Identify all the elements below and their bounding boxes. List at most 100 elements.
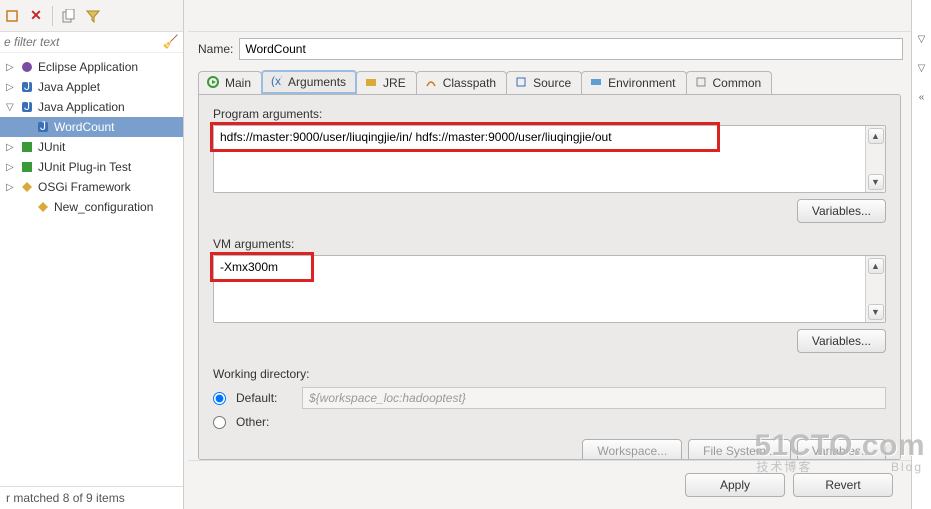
expand-arrow-icon[interactable]: ▷ <box>6 142 16 153</box>
expand-arrow-icon[interactable]: ▷ <box>6 182 16 193</box>
tree-item-label: Java Applet <box>38 80 100 94</box>
arguments-form: Program arguments: hdfs://master:9000/us… <box>198 94 901 460</box>
delete-icon[interactable]: ✕ <box>28 8 44 24</box>
expand-arrow-icon[interactable]: ▷ <box>6 62 16 73</box>
tree-item-new-configuration[interactable]: New_configuration <box>0 197 183 217</box>
expand-arrow-icon[interactable]: ▷ <box>6 82 16 93</box>
dialog-button-bar: Apply Revert <box>188 460 911 509</box>
java-icon: J <box>36 120 50 134</box>
name-label: Name: <box>198 42 233 56</box>
junit-icon <box>20 160 34 174</box>
tab-environment[interactable]: Environment <box>581 71 686 94</box>
tree-item-label: JUnit Plug-in Test <box>38 160 131 174</box>
scroll-down-icon[interactable]: ▼ <box>868 174 884 190</box>
working-dir-label: Working directory: <box>213 367 886 381</box>
vm-args-wrap: -Xmx300m ▲ ▼ <box>213 255 886 323</box>
left-toolbar: ✕ <box>0 0 183 32</box>
tree-item-junit-plug-in-test[interactable]: ▷ JUnit Plug-in Test <box>0 157 183 177</box>
env-icon <box>590 76 604 90</box>
program-args-wrap: hdfs://master:9000/user/liuqingjie/in/ h… <box>213 125 886 193</box>
osgi-icon <box>36 200 50 214</box>
scroll-down-icon[interactable]: ▼ <box>868 304 884 320</box>
side-strip: ▽ ▽ « <box>911 0 931 509</box>
vm-variables-button[interactable]: Variables... <box>797 329 886 353</box>
tab-common[interactable]: Common <box>686 71 773 94</box>
common-icon <box>695 76 709 90</box>
tab-arguments[interactable]: (x) Arguments <box>261 70 357 94</box>
default-radio[interactable] <box>213 392 226 405</box>
vm-args-input[interactable]: -Xmx300m <box>214 256 865 322</box>
wd-variables-button[interactable]: Variables... <box>797 439 886 460</box>
java-icon: J <box>20 80 34 94</box>
source-icon <box>515 76 529 90</box>
tree-item-junit[interactable]: ▷ JUnit <box>0 137 183 157</box>
tree-item-eclipse-application[interactable]: ▷ Eclipse Application <box>0 57 183 77</box>
tree-item-java-application[interactable]: ▽ J Java Application <box>0 97 183 117</box>
tab-label: Environment <box>608 76 675 90</box>
tab-jre[interactable]: JRE <box>356 71 417 94</box>
tree-item-label: Eclipse Application <box>38 60 138 74</box>
config-tree[interactable]: ▷ Eclipse Application ▷ J Java Applet ▽ J Java … <box>0 53 183 486</box>
filter-icon[interactable] <box>85 8 101 24</box>
junit-icon <box>20 140 34 154</box>
filter-input[interactable] <box>4 35 163 49</box>
tab-label: Main <box>225 76 251 90</box>
tab-label: Common <box>713 76 762 90</box>
args-icon: (x) <box>270 75 284 89</box>
revert-button[interactable]: Revert <box>793 473 893 497</box>
clear-filter-icon[interactable]: 🧹 <box>163 34 179 50</box>
eclipse-icon <box>20 60 34 74</box>
osgi-icon <box>20 180 34 194</box>
program-args-scroll[interactable]: ▲ ▼ <box>865 126 885 192</box>
other-radio[interactable] <box>213 416 226 429</box>
tab-classpath[interactable]: Classpath <box>416 71 507 94</box>
scroll-up-icon[interactable]: ▲ <box>868 258 884 274</box>
tree-item-label: New_configuration <box>54 200 153 214</box>
tree-item-wordcount[interactable]: J WordCount <box>0 117 183 137</box>
scroll-up-icon[interactable]: ▲ <box>868 128 884 144</box>
tab-source[interactable]: Source <box>506 71 582 94</box>
tab-label: Arguments <box>288 75 346 89</box>
tab-bar: Main (x) Arguments JRE Classpath Source Enviro… <box>188 70 911 94</box>
status-bar: r matched 8 of 9 items <box>0 486 183 509</box>
tree-item-label: WordCount <box>54 120 114 134</box>
new-config-icon[interactable] <box>4 8 20 24</box>
apply-button[interactable]: Apply <box>685 473 785 497</box>
expand-arrow-icon[interactable]: ▽ <box>6 102 16 113</box>
tree-item-label: OSGi Framework <box>38 180 131 194</box>
svg-text:J: J <box>24 81 30 93</box>
right-toolbar-spacer <box>188 0 911 32</box>
other-label: Other: <box>236 415 292 429</box>
vm-args-scroll[interactable]: ▲ ▼ <box>865 256 885 322</box>
svg-text:J: J <box>24 101 30 113</box>
program-args-input[interactable]: hdfs://master:9000/user/liuqingjie/in/ h… <box>214 126 865 192</box>
program-args-label: Program arguments: <box>213 107 886 121</box>
svg-text:(x): (x) <box>271 75 282 87</box>
tab-label: JRE <box>383 76 406 90</box>
chevron-icon[interactable]: « <box>919 92 925 103</box>
program-variables-button[interactable]: Variables... <box>797 199 886 223</box>
workspace-button[interactable]: Workspace... <box>582 439 682 460</box>
tree-item-osgi-framework[interactable]: ▷ OSGi Framework <box>0 177 183 197</box>
java-icon: J <box>20 100 34 114</box>
main-icon <box>207 76 221 90</box>
classpath-icon <box>425 76 439 90</box>
default-dir-input <box>302 387 886 409</box>
expand-arrow-icon[interactable]: ▷ <box>6 162 16 173</box>
tab-label: Source <box>533 76 571 90</box>
tab-label: Classpath <box>443 76 496 90</box>
tree-item-java-applet[interactable]: ▷ J Java Applet <box>0 77 183 97</box>
copy-icon[interactable] <box>61 8 77 24</box>
filesystem-button[interactable]: File System... <box>688 439 791 460</box>
name-input[interactable] <box>239 38 903 60</box>
tree-item-label: Java Application <box>38 100 125 114</box>
collapse-icon[interactable]: ▽ <box>918 34 926 45</box>
tree-item-label: JUnit <box>38 140 65 154</box>
tab-main[interactable]: Main <box>198 71 262 94</box>
collapse-icon[interactable]: ▽ <box>918 63 926 74</box>
vm-args-label: VM arguments: <box>213 237 886 251</box>
jre-icon <box>365 76 379 90</box>
left-panel: ✕ 🧹 ▷Eclipse Application▷JJava Applet▽JJ… <box>0 0 184 509</box>
right-panel: Name: Main (x) Arguments JRE Classpath Source… <box>184 0 911 509</box>
svg-text:J: J <box>40 121 46 133</box>
